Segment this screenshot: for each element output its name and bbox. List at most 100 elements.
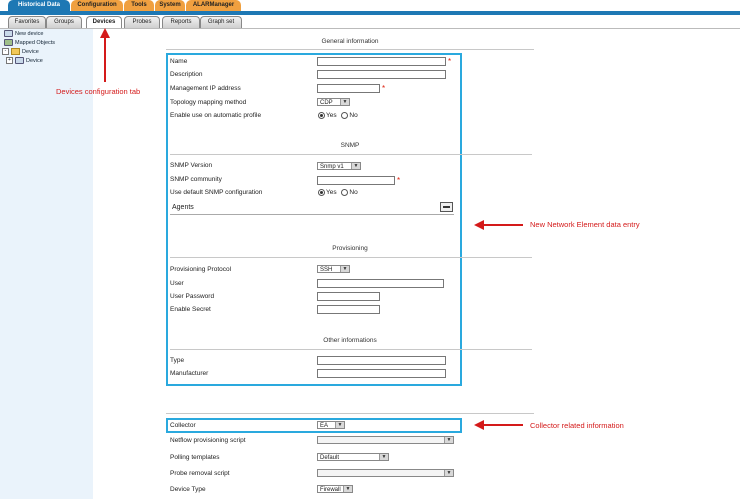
- user-label: User: [170, 280, 184, 287]
- chevron-down-icon: ▼: [444, 470, 453, 476]
- probe-removal-label: Probe removal script: [170, 470, 230, 477]
- user-input[interactable]: [317, 279, 444, 288]
- probe-removal-select[interactable]: ▼: [317, 469, 454, 477]
- device-type-value: Firewall: [320, 487, 341, 493]
- agents-toggle-button[interactable]: [440, 202, 453, 212]
- section-other-title: Other informations: [323, 337, 377, 344]
- chevron-down-icon: ▼: [351, 163, 360, 169]
- tab-tools[interactable]: Tools: [124, 0, 154, 11]
- collector-select[interactable]: EA ▼: [317, 421, 345, 429]
- enable-secret-label: Enable Secret: [170, 306, 211, 313]
- chevron-down-icon: ▼: [340, 266, 349, 272]
- snmp-community-input[interactable]: [317, 176, 395, 185]
- polling-templates-select[interactable]: Default ▼: [317, 453, 389, 461]
- tab-system[interactable]: System: [155, 0, 185, 11]
- divider: [170, 257, 532, 258]
- user-password-label: User Password: [170, 293, 215, 300]
- tab-graph-set[interactable]: Graph set: [200, 16, 242, 28]
- tab-reports[interactable]: Reports: [162, 16, 200, 28]
- tab-alarmanager[interactable]: ALARManager: [186, 0, 241, 11]
- tree-item-device[interactable]: + Device: [6, 57, 43, 66]
- device-icon: [4, 30, 13, 38]
- auto-profile-yes-radio[interactable]: [318, 112, 325, 119]
- radio-label: No: [349, 112, 358, 120]
- mgmt-ip-label: Management IP address: [170, 85, 241, 92]
- tree-item-device-folder[interactable]: - Device: [2, 48, 39, 57]
- tree-label: New device: [15, 31, 44, 37]
- chevron-down-icon: ▼: [340, 99, 349, 105]
- type-label: Type: [170, 357, 185, 364]
- provisioning-protocol-select[interactable]: SSH ▼: [317, 265, 350, 273]
- netflow-script-select[interactable]: ▼: [317, 436, 454, 444]
- collector-label: Collector: [170, 422, 196, 429]
- snmp-community-label: SNMP community: [170, 176, 222, 183]
- annotation-devices-tab: Devices configuration tab: [56, 87, 141, 96]
- expand-icon[interactable]: +: [6, 57, 13, 65]
- tree-item-mapped-objects[interactable]: Mapped Objects: [4, 39, 55, 48]
- name-label: Name: [170, 58, 188, 65]
- tree-label: Mapped Objects: [15, 40, 56, 46]
- user-password-input[interactable]: [317, 292, 380, 301]
- type-input[interactable]: [317, 356, 446, 365]
- use-default-no-radio[interactable]: [341, 189, 349, 196]
- divider: [166, 413, 534, 414]
- description-input[interactable]: [317, 70, 446, 79]
- tree-label: Device: [26, 58, 43, 64]
- tree-label: Device: [22, 49, 39, 55]
- tab-groups[interactable]: Groups: [46, 16, 82, 28]
- tab-probes[interactable]: Probes: [124, 16, 160, 28]
- chevron-down-icon: ▼: [343, 486, 352, 492]
- auto-profile-radios: Yes No: [318, 112, 358, 119]
- radio-label: Yes: [326, 112, 337, 120]
- tab-favorites[interactable]: Favorites: [8, 16, 46, 28]
- device-icon: [15, 57, 24, 65]
- annotation-new-network-element: New Network Element data entry: [530, 220, 640, 229]
- auto-profile-no-radio[interactable]: [341, 112, 349, 119]
- tab-historical-data[interactable]: Historical Data: [8, 0, 70, 11]
- tree-item-new-device[interactable]: New device: [4, 30, 43, 39]
- topology-label: Topology mapping method: [170, 99, 247, 106]
- protocol-value: SSH: [320, 267, 333, 273]
- tab-devices[interactable]: Devices: [86, 16, 122, 28]
- snmp-version-label: SNMP Version: [170, 162, 213, 169]
- netflow-script-label: Netflow provisioning script: [170, 437, 246, 444]
- chevron-down-icon: ▼: [335, 422, 344, 428]
- mgmt-ip-input[interactable]: [317, 84, 380, 93]
- sub-tab-bar: Favorites Groups Devices Probes Reports …: [0, 15, 740, 29]
- minus-icon: [443, 206, 450, 208]
- use-default-snmp-label: Use default SNMP configuration: [170, 189, 263, 196]
- section-snmp-title: SNMP: [340, 142, 360, 149]
- device-type-label: Device Type: [170, 486, 206, 493]
- snmp-version-value: Snmp v1: [320, 164, 344, 170]
- required-marker: *: [382, 84, 386, 93]
- manufacturer-label: Manufacturer: [170, 370, 209, 377]
- provisioning-protocol-label: Provisioning Protocol: [170, 266, 232, 273]
- auto-profile-label: Enable use on automatic profile: [170, 112, 262, 119]
- device-type-select[interactable]: Firewall ▼: [317, 485, 353, 493]
- polling-templates-label: Polling templates: [170, 454, 220, 461]
- use-default-yes-radio[interactable]: [318, 189, 325, 196]
- divider: [170, 154, 532, 155]
- folder-icon: [11, 48, 20, 56]
- required-marker: *: [448, 57, 452, 66]
- manufacturer-input[interactable]: [317, 369, 446, 378]
- description-label: Description: [170, 71, 203, 78]
- up-arrow-icon: [100, 28, 110, 82]
- divider: [170, 214, 454, 215]
- divider: [166, 49, 534, 50]
- collector-value: EA: [320, 423, 329, 429]
- topology-value: CDP: [320, 100, 333, 106]
- required-marker: *: [397, 176, 401, 185]
- section-general-title: General information: [321, 38, 379, 45]
- section-provisioning-title: Provisioning: [332, 245, 368, 252]
- collapse-icon[interactable]: -: [2, 48, 9, 56]
- snmp-version-select[interactable]: Snmp v1 ▼: [317, 162, 361, 170]
- topology-select[interactable]: CDP ▼: [317, 98, 350, 106]
- divider: [170, 349, 532, 350]
- name-input[interactable]: [317, 57, 446, 66]
- tab-configuration[interactable]: Configuration: [71, 0, 123, 11]
- chevron-down-icon: ▼: [444, 437, 453, 443]
- enable-secret-input[interactable]: [317, 305, 380, 314]
- left-arrow-icon: [474, 420, 523, 430]
- device-tree-panel: New device Mapped Objects - Device + Devic…: [0, 29, 93, 499]
